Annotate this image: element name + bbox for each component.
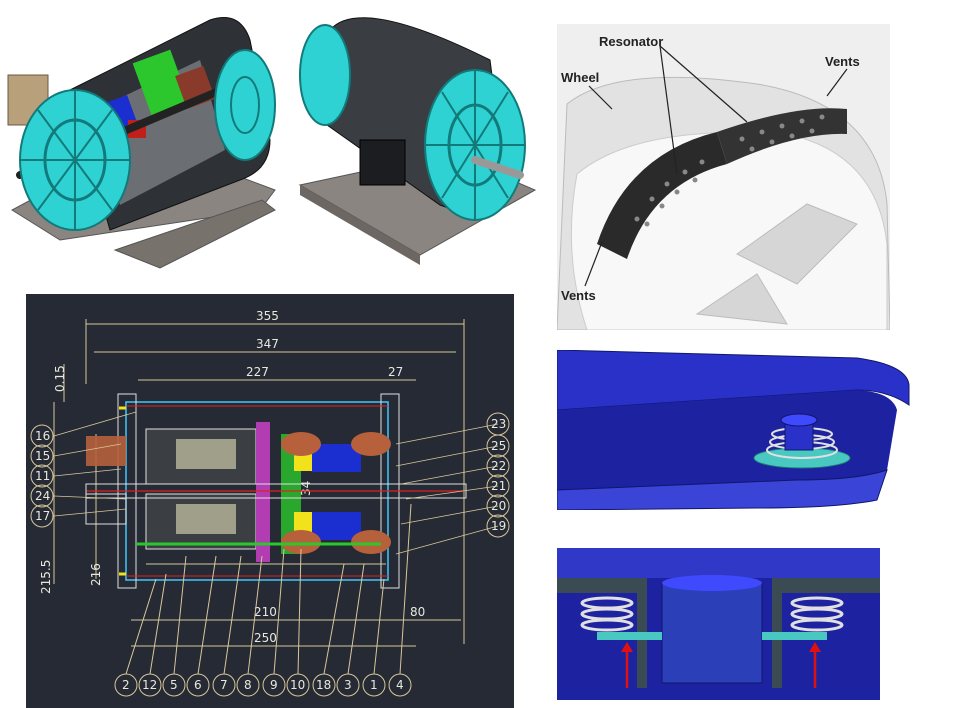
closed-motor-terminal-box [359, 139, 406, 186]
callout-9: 9 [270, 678, 278, 692]
dim-216: 216 [89, 563, 103, 586]
callouts-left: 16 15 11 24 17 [30, 424, 54, 528]
dim-250: 250 [254, 631, 277, 645]
callout-leaders [53, 411, 499, 555]
callouts-right: 23 25 22 21 20 19 [486, 412, 510, 538]
callout-5: 5 [170, 678, 178, 692]
rim-detail-plate-right [762, 632, 827, 640]
callout-25: 25 [491, 439, 506, 453]
end-cap-cyan-left [19, 89, 131, 231]
dim-215-5: 215.5 [39, 560, 53, 594]
dim-355: 355 [256, 309, 279, 323]
callout-10: 10 [290, 678, 305, 692]
rim-detail-plate-left [597, 632, 662, 640]
callout-1: 1 [370, 678, 378, 692]
dim-210: 210 [254, 605, 277, 619]
rim-detail-piston-top [662, 575, 762, 591]
callout-11: 11 [35, 469, 50, 483]
motor-section-body [85, 393, 467, 589]
label-wheel: Wheel [561, 70, 599, 85]
callout-24: 24 [35, 489, 50, 503]
dim-347: 347 [256, 337, 279, 351]
dim-227: 227 [246, 365, 269, 379]
dim-27: 27 [388, 365, 403, 379]
callout-7: 7 [220, 678, 228, 692]
label-vents-top: Vents [825, 54, 860, 69]
callout-20: 20 [491, 499, 506, 513]
motor-cad-section-drawing: 355 347 227 27 0.15 34 216 215.5 210 250… [26, 294, 514, 708]
callout-17: 17 [35, 509, 50, 523]
callout-18: 18 [316, 678, 331, 692]
callout-16: 16 [35, 429, 50, 443]
closed-motor-front-cap [424, 69, 526, 221]
callout-23: 23 [491, 417, 506, 431]
callout-21: 21 [491, 479, 506, 493]
dim-80: 80 [410, 605, 425, 619]
label-resonator: Resonator [599, 34, 663, 49]
callout-4: 4 [396, 678, 404, 692]
rim-detail-center-piston [661, 582, 763, 684]
motor-closed-render [290, 0, 540, 285]
callout-12: 12 [142, 678, 157, 692]
closed-motor-rear-cap [299, 24, 351, 126]
callout-19: 19 [491, 519, 506, 533]
callout-15: 15 [35, 449, 50, 463]
rim-resonator-detail-section [557, 548, 880, 700]
callout-3: 3 [344, 678, 352, 692]
dim-0-15: 0.15 [53, 365, 67, 392]
label-vents-bottom: Vents [561, 288, 596, 303]
end-cap-cyan-right [214, 49, 276, 161]
callout-2: 2 [122, 678, 130, 692]
rim-detail-top-band [557, 548, 880, 578]
callout-6: 6 [194, 678, 202, 692]
callout-22: 22 [491, 459, 506, 473]
wheel-resonator-illustration: Resonator Wheel Vents Vents [557, 24, 890, 330]
motor-cutaway-render [0, 0, 290, 285]
rim-resonator-section-render [557, 350, 912, 510]
callout-8: 8 [244, 678, 252, 692]
dim-34: 34 [299, 481, 313, 496]
